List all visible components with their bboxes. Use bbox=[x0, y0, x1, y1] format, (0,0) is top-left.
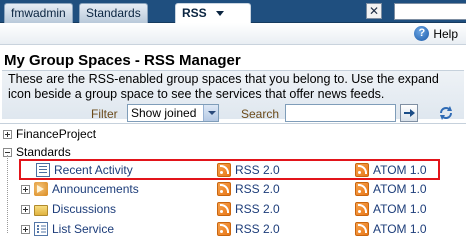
folder-icon bbox=[34, 204, 48, 216]
filter-label: Filter bbox=[91, 107, 118, 121]
service-name[interactable]: Announcements bbox=[52, 182, 139, 196]
selected-row-highlight bbox=[19, 159, 440, 180]
rss-feed-icon bbox=[217, 222, 231, 236]
atom-label[interactable]: ATOM 1.0 bbox=[373, 222, 427, 236]
help-icon: ? bbox=[414, 26, 430, 41]
description-text: These are the RSS-enabled group spaces t… bbox=[8, 72, 439, 101]
expand-icon[interactable] bbox=[3, 129, 12, 139]
service-row-discussions[interactable]: Discussions bbox=[21, 200, 116, 218]
atom-feed-icon bbox=[355, 182, 369, 196]
service-row-announcements[interactable]: Announcements bbox=[21, 180, 139, 198]
help-bar: ? Help bbox=[0, 23, 466, 45]
service-row-list-service[interactable]: List Service bbox=[21, 220, 114, 238]
rss-label[interactable]: RSS 2.0 bbox=[235, 202, 280, 216]
tree-connector bbox=[7, 155, 8, 233]
refresh-icon[interactable] bbox=[437, 104, 455, 122]
announcement-icon bbox=[34, 182, 48, 196]
dropdown-arrow-icon[interactable] bbox=[203, 105, 218, 121]
group-name: Standards bbox=[16, 145, 71, 159]
service-name[interactable]: List Service bbox=[52, 222, 114, 236]
filter-row: Filter Show joined Search bbox=[0, 104, 466, 122]
atom-feed-icon bbox=[355, 202, 369, 216]
tab-label: RSS bbox=[182, 6, 207, 20]
rss-link[interactable]: RSS 2.0 bbox=[217, 180, 280, 198]
rss-link[interactable]: RSS 2.0 bbox=[217, 200, 280, 218]
atom-label[interactable]: ATOM 1.0 bbox=[373, 202, 427, 216]
rss-label[interactable]: RSS 2.0 bbox=[235, 182, 280, 196]
atom-link[interactable]: ATOM 1.0 bbox=[355, 200, 427, 218]
expand-icon[interactable] bbox=[21, 184, 30, 194]
atom-feed-icon bbox=[355, 222, 369, 236]
rss-link[interactable]: RSS 2.0 bbox=[217, 220, 280, 238]
group-name: FinanceProject bbox=[16, 127, 97, 141]
tab-rss[interactable]: RSS bbox=[175, 3, 251, 24]
help-link[interactable]: ? Help bbox=[414, 26, 458, 41]
help-label: Help bbox=[433, 26, 458, 41]
list-icon bbox=[34, 222, 48, 236]
close-icon[interactable]: ✕ bbox=[366, 3, 382, 19]
expand-icon[interactable] bbox=[21, 204, 30, 214]
search-input[interactable] bbox=[285, 104, 396, 122]
tab-search-field[interactable] bbox=[394, 3, 466, 20]
rss-feed-icon bbox=[217, 202, 231, 216]
atom-label[interactable]: ATOM 1.0 bbox=[373, 182, 427, 196]
filter-selected-value: Show joined bbox=[131, 106, 197, 120]
filter-select[interactable]: Show joined bbox=[127, 104, 219, 122]
atom-link[interactable]: ATOM 1.0 bbox=[355, 180, 427, 198]
search-label: Search bbox=[241, 107, 280, 121]
chevron-down-icon[interactable] bbox=[216, 11, 225, 17]
tab-label: Standards bbox=[86, 6, 141, 20]
atom-link[interactable]: ATOM 1.0 bbox=[355, 220, 427, 238]
page-title: My Group Spaces - RSS Manager bbox=[4, 52, 241, 69]
tab-label: fmwadmin bbox=[11, 6, 66, 20]
tab-fmwadmin[interactable]: fmwadmin bbox=[4, 3, 73, 23]
tab-bar: fmwadmin Standards RSS ✕ bbox=[0, 0, 466, 24]
service-name[interactable]: Discussions bbox=[52, 202, 116, 216]
go-arrow-icon[interactable] bbox=[400, 104, 418, 122]
tab-standards[interactable]: Standards bbox=[79, 3, 148, 23]
expand-icon[interactable] bbox=[21, 224, 30, 234]
divider bbox=[0, 123, 466, 124]
rss-feed-icon bbox=[217, 182, 231, 196]
group-row-financeproject[interactable]: FinanceProject bbox=[3, 125, 96, 143]
rss-label[interactable]: RSS 2.0 bbox=[235, 222, 280, 236]
